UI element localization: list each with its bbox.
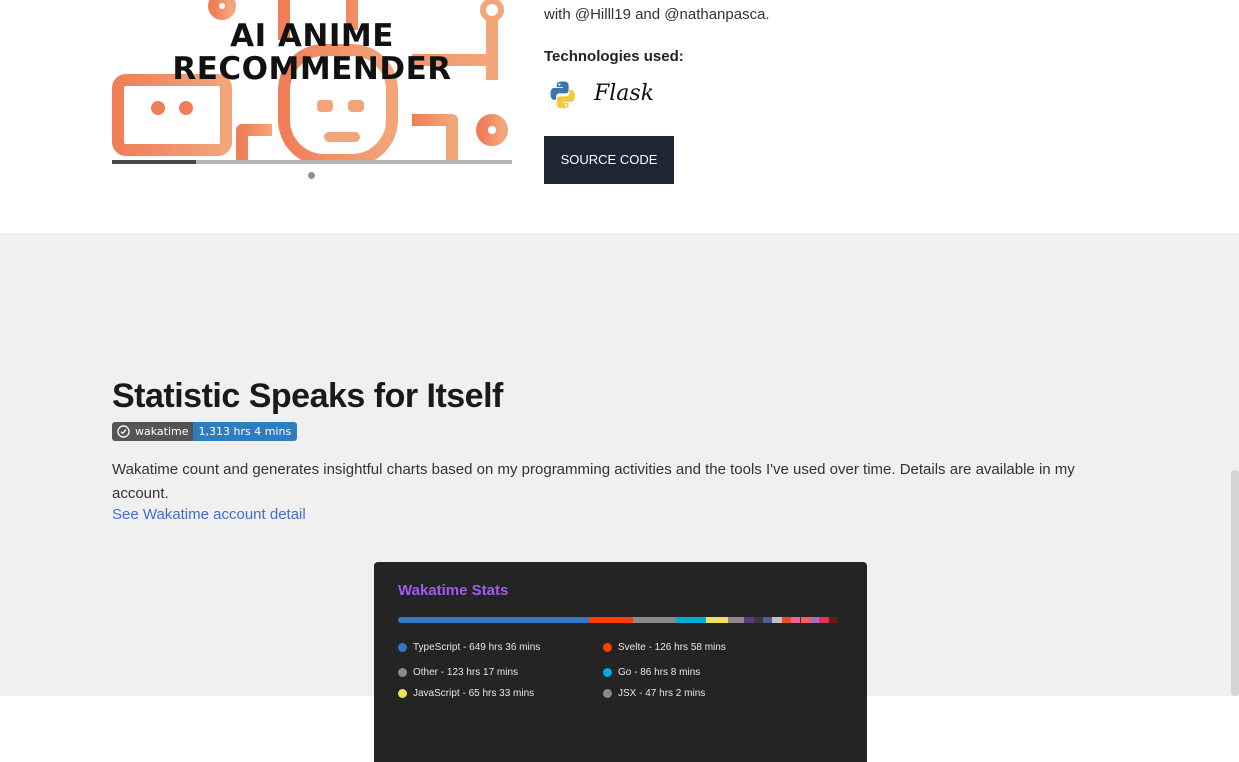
typescript-color-dot [398, 643, 407, 652]
language-bar-segment [753, 617, 763, 623]
wakatime-badge[interactable]: wakatime 1,313 hrs 4 mins [112, 422, 298, 441]
python-icon [550, 81, 575, 109]
language-bar-segment [809, 617, 820, 623]
project-banner-image: AI ANIME RECOMMENDER [112, 0, 512, 164]
language-bar-segment [728, 617, 745, 623]
language-bar-segment [398, 617, 590, 623]
language-item-go: Go - 86 hrs 8 mins [603, 667, 700, 678]
project-description: with @Hilll19 and @nathanpasca. [544, 6, 770, 23]
stats-description: Wakatime count and generates insightful … [112, 461, 1075, 502]
language-label: JavaScript - 65 hrs 33 mins [413, 688, 535, 699]
language-label: Svelte - 126 hrs 58 mins [618, 642, 726, 653]
language-bar-segment [676, 617, 706, 623]
wakatime-badge-value: 1,313 hrs 4 mins [192, 422, 298, 441]
language-item-jsx: JSX - 47 hrs 2 mins [603, 688, 705, 699]
banner-title-line1: AI ANIME [230, 18, 394, 54]
flask-icon: Flask [594, 81, 655, 106]
language-bar-segment [763, 617, 773, 623]
other-color-dot [398, 668, 407, 677]
language-bar-segment [744, 617, 754, 623]
wakatime-stats-card: Wakatime Stats TypeScript - 649 hrs 36 m… [374, 562, 867, 762]
language-bar-segment [633, 617, 677, 623]
language-bar-segment [800, 617, 810, 623]
jsx-color-dot [603, 689, 612, 698]
carousel-progress-fill [112, 160, 196, 164]
wakatime-logo-icon [117, 425, 130, 438]
technologies-heading: Technologies used: [544, 48, 684, 65]
language-bar-segment [828, 617, 838, 623]
project-carousel[interactable]: AI ANIME RECOMMENDER [112, 0, 512, 190]
language-bar-segment [772, 617, 782, 623]
language-bar-segment [706, 617, 728, 623]
section-title: Statistic Speaks for Itself [112, 377, 503, 415]
language-label: TypeScript - 649 hrs 36 mins [413, 642, 541, 653]
language-usage-bar [398, 617, 838, 623]
statistics-section: Statistic Speaks for Itself wakatime 1,3… [0, 233, 1239, 762]
banner-title-line2: RECOMMENDER [172, 51, 452, 87]
language-bar-segment [819, 617, 829, 623]
language-bar-segment [589, 617, 634, 623]
project-section: AI ANIME RECOMMENDER with @Hilll19 and @… [0, 0, 1239, 233]
carousel-progress-track [112, 160, 512, 164]
page-scrollbar[interactable] [1231, 470, 1239, 696]
carousel-dot[interactable] [308, 172, 315, 179]
language-item-other: Other - 123 hrs 17 mins [398, 667, 518, 678]
wakatime-account-link[interactable]: See Wakatime account detail [112, 506, 306, 523]
language-label: Other - 123 hrs 17 mins [413, 667, 519, 678]
language-label: JSX - 47 hrs 2 mins [618, 688, 706, 699]
language-item-typescript: TypeScript - 649 hrs 36 mins [398, 642, 540, 653]
source-code-button[interactable]: SOURCE CODE [544, 136, 674, 184]
language-label: Go - 86 hrs 8 mins [618, 667, 701, 678]
go-color-dot [603, 668, 612, 677]
wakatime-badge-text: wakatime [135, 425, 189, 438]
language-bar-segment [781, 617, 792, 623]
svelte-color-dot [603, 643, 612, 652]
language-item-javascript: JavaScript - 65 hrs 33 mins [398, 688, 534, 699]
language-item-svelte: Svelte - 126 hrs 58 mins [603, 642, 726, 653]
javascript-color-dot [398, 689, 407, 698]
language-bar-segment [791, 617, 801, 623]
card-title: Wakatime Stats [398, 582, 509, 599]
wakatime-badge-label: wakatime [112, 422, 193, 441]
banner-title: AI ANIME RECOMMENDER [112, 20, 512, 86]
